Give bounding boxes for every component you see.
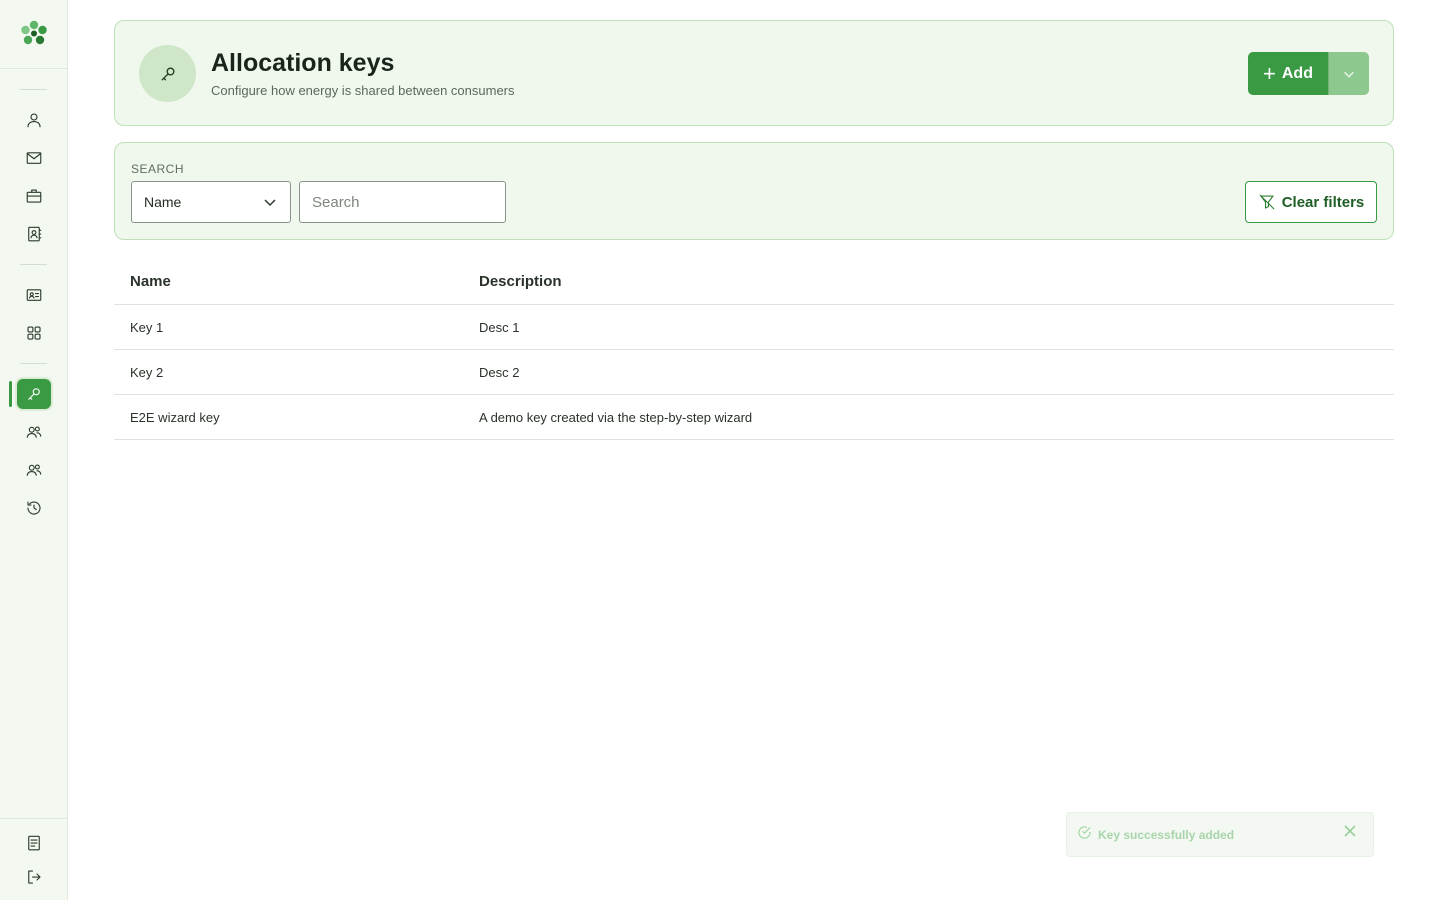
sidebar-item-members[interactable] [17, 279, 51, 311]
page-subtitle: Configure how energy is shared between c… [211, 83, 515, 98]
mail-icon [26, 152, 42, 164]
group-icon [26, 464, 42, 476]
cell-name: Key 2 [130, 364, 164, 380]
page-header: Allocation keys Configure how energy is … [114, 20, 1394, 126]
clover-logo[interactable] [19, 19, 49, 49]
clear-filters-label: Clear filters [1281, 193, 1365, 211]
contacts-icon [28, 226, 42, 242]
user-icon [27, 113, 41, 128]
search-label: SEARCH [131, 162, 185, 176]
close-icon [1344, 824, 1356, 837]
sidebar-item-apps[interactable] [17, 317, 51, 349]
sidebar-bottom-divider [0, 818, 68, 819]
page-header-icon [139, 45, 196, 102]
cell-name: E2E wizard key [130, 409, 220, 425]
key-icon [161, 67, 174, 80]
sidebar [0, 0, 68, 900]
sidebar-item-consumers[interactable] [17, 416, 51, 448]
id-card-icon [26, 289, 42, 301]
add-button[interactable]: + Add [1248, 52, 1328, 95]
toast-close-button[interactable] [1343, 824, 1357, 838]
cell-description: Desc 1 [479, 319, 520, 335]
sidebar-item-profile[interactable] [17, 104, 51, 136]
key-icon [28, 388, 40, 400]
column-header-name[interactable]: Name [130, 273, 171, 290]
briefcase-icon [26, 189, 42, 203]
cell-description: A demo key created via the step-by-step … [479, 409, 753, 425]
page-title: Allocation keys [211, 49, 395, 77]
sidebar-item-business[interactable] [17, 180, 51, 212]
grid-icon [27, 326, 41, 340]
logout-icon [28, 870, 41, 884]
clear-filters-button[interactable]: Clear filters [1245, 181, 1377, 223]
allocation-keys-table: Name Description Key 1 Desc 1 Key 2 Desc… [114, 258, 1394, 440]
table-row[interactable]: Key 2 Desc 2 [114, 350, 1394, 395]
add-button-label: Add [1281, 64, 1313, 82]
table-row[interactable]: E2E wizard key A demo key created via th… [114, 395, 1394, 440]
cell-name: Key 1 [130, 319, 164, 335]
table-row[interactable]: Key 1 Desc 1 [114, 305, 1394, 350]
search-field-value: Name [144, 194, 182, 210]
sidebar-item-messages[interactable] [17, 142, 51, 174]
column-header-description[interactable]: Description [479, 273, 562, 290]
sidebar-item-producers[interactable] [17, 454, 51, 486]
active-indicator [9, 381, 12, 407]
document-icon [28, 835, 40, 851]
check-circle-icon [1078, 826, 1091, 839]
chevron-down-icon [1344, 71, 1354, 78]
sidebar-item-allocation-keys[interactable] [15, 377, 53, 411]
add-button-group: + Add [1248, 52, 1369, 95]
success-toast: Key successfully added [1066, 812, 1374, 857]
sidebar-item-contacts[interactable] [17, 218, 51, 250]
sidebar-item-logout[interactable] [17, 861, 51, 893]
plus-icon: + [1263, 60, 1276, 86]
sidebar-divider [20, 363, 47, 364]
search-panel: SEARCH Name Clear filters [114, 142, 1394, 240]
sidebar-divider [20, 264, 47, 265]
table-header: Name Description [114, 258, 1394, 305]
search-input[interactable] [299, 181, 506, 223]
search-field-select[interactable]: Name [131, 181, 291, 223]
history-icon [27, 501, 41, 515]
group-icon [26, 426, 42, 438]
toast-message: Key successfully added [1098, 828, 1235, 842]
sidebar-top-divider [0, 68, 68, 69]
add-dropdown-toggle[interactable] [1328, 52, 1369, 95]
sidebar-item-docs[interactable] [17, 827, 51, 859]
sidebar-divider [20, 89, 47, 90]
filter-off-icon [1259, 194, 1275, 210]
sidebar-item-history[interactable] [17, 492, 51, 524]
chevron-down-icon [264, 199, 276, 207]
cell-description: Desc 2 [479, 364, 520, 380]
